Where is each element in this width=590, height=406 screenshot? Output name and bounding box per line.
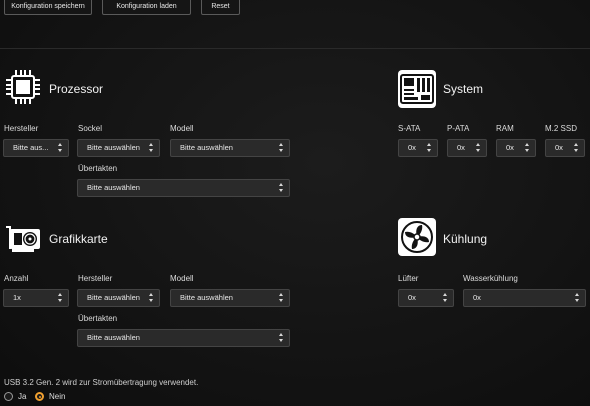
pata-value: 0x <box>457 143 465 152</box>
sata-label: S-ATA <box>398 124 421 133</box>
cpu-modell-select[interactable]: Bitte auswählen <box>170 139 290 157</box>
motherboard-icon <box>398 70 436 108</box>
gpu-modell-value: Bitte auswählen <box>180 293 233 302</box>
save-config-button[interactable]: Konfiguration speichern <box>4 0 92 15</box>
select-arrows-icon <box>58 293 63 303</box>
cpu-hersteller-select[interactable]: Bitte aus... <box>3 139 69 157</box>
gpu-anzahl-value: 1x <box>13 293 21 302</box>
ram-value: 0x <box>506 143 514 152</box>
select-arrows-icon <box>279 333 284 343</box>
gpu-modell-label: Modell <box>170 274 194 283</box>
radio-nein-label: Nein <box>49 392 66 401</box>
grafikkarte-title: Grafikkarte <box>49 232 108 246</box>
select-arrows-icon <box>575 293 580 303</box>
gpu-hersteller-select[interactable]: Bitte auswählen <box>77 289 160 307</box>
pata-select[interactable]: 0x <box>447 139 487 157</box>
cpu-uebertakten-select[interactable]: Bitte auswählen <box>77 179 290 197</box>
m2-value: 0x <box>555 143 563 152</box>
gpu-uebertakten-select[interactable]: Bitte auswählen <box>77 329 290 347</box>
select-arrows-icon <box>279 293 284 303</box>
select-arrows-icon <box>574 143 579 153</box>
select-arrows-icon <box>58 143 63 153</box>
m2-label: M.2 SSD <box>545 124 578 133</box>
sata-select[interactable]: 0x <box>398 139 438 157</box>
cpu-sockel-value: Bitte auswählen <box>87 143 140 152</box>
system-title: System <box>443 82 484 96</box>
ram-label: RAM <box>496 124 514 133</box>
gpu-hersteller-value: Bitte auswählen <box>87 293 140 302</box>
kuehlung-title: Kühlung <box>443 232 488 246</box>
select-arrows-icon <box>149 143 154 153</box>
radio-ja[interactable] <box>4 392 13 401</box>
cpu-icon <box>4 68 42 106</box>
gpu-uebertakten-label: Übertakten <box>78 314 118 323</box>
luefter-label: Lüfter <box>398 274 419 283</box>
gpu-anzahl-label: Anzahl <box>4 274 29 283</box>
usb-note: USB 3.2 Gen. 2 wird zur Stromübertragung… <box>4 378 199 387</box>
divider <box>0 48 590 49</box>
luefter-value: 0x <box>408 293 416 302</box>
wasserkuehlung-label: Wasserkühlung <box>463 274 518 283</box>
fan-icon <box>398 218 436 256</box>
select-arrows-icon <box>525 143 530 153</box>
cpu-hersteller-value: Bitte aus... <box>13 143 49 152</box>
reset-button[interactable]: Reset <box>201 0 240 15</box>
ram-select[interactable]: 0x <box>496 139 536 157</box>
cpu-uebertakten-label: Übertakten <box>78 164 118 173</box>
sata-value: 0x <box>408 143 416 152</box>
wasserkuehlung-select[interactable]: 0x <box>463 289 586 307</box>
select-arrows-icon <box>279 143 284 153</box>
cpu-modell-value: Bitte auswählen <box>180 143 233 152</box>
radio-nein[interactable] <box>35 392 44 401</box>
pata-label: P-ATA <box>447 124 470 133</box>
cpu-uebertakten-value: Bitte auswählen <box>87 183 140 192</box>
graphics-card-icon <box>4 220 42 258</box>
gpu-hersteller-label: Hersteller <box>78 274 113 283</box>
select-arrows-icon <box>279 183 284 193</box>
radio-ja-label: Ja <box>18 392 27 401</box>
select-arrows-icon <box>476 143 481 153</box>
m2-select[interactable]: 0x <box>545 139 585 157</box>
wasserkuehlung-value: 0x <box>473 293 481 302</box>
cpu-sockel-label: Sockel <box>78 124 103 133</box>
select-arrows-icon <box>443 293 448 303</box>
gpu-anzahl-select[interactable]: 1x <box>3 289 69 307</box>
cpu-sockel-select[interactable]: Bitte auswählen <box>77 139 160 157</box>
select-arrows-icon <box>149 293 154 303</box>
select-arrows-icon <box>427 143 432 153</box>
cpu-hersteller-label: Hersteller <box>4 124 39 133</box>
cpu-modell-label: Modell <box>170 124 194 133</box>
gpu-uebertakten-value: Bitte auswählen <box>87 333 140 342</box>
load-config-button[interactable]: Konfiguration laden <box>102 0 191 15</box>
gpu-modell-select[interactable]: Bitte auswählen <box>170 289 290 307</box>
prozessor-title: Prozessor <box>49 82 104 96</box>
luefter-select[interactable]: 0x <box>398 289 454 307</box>
